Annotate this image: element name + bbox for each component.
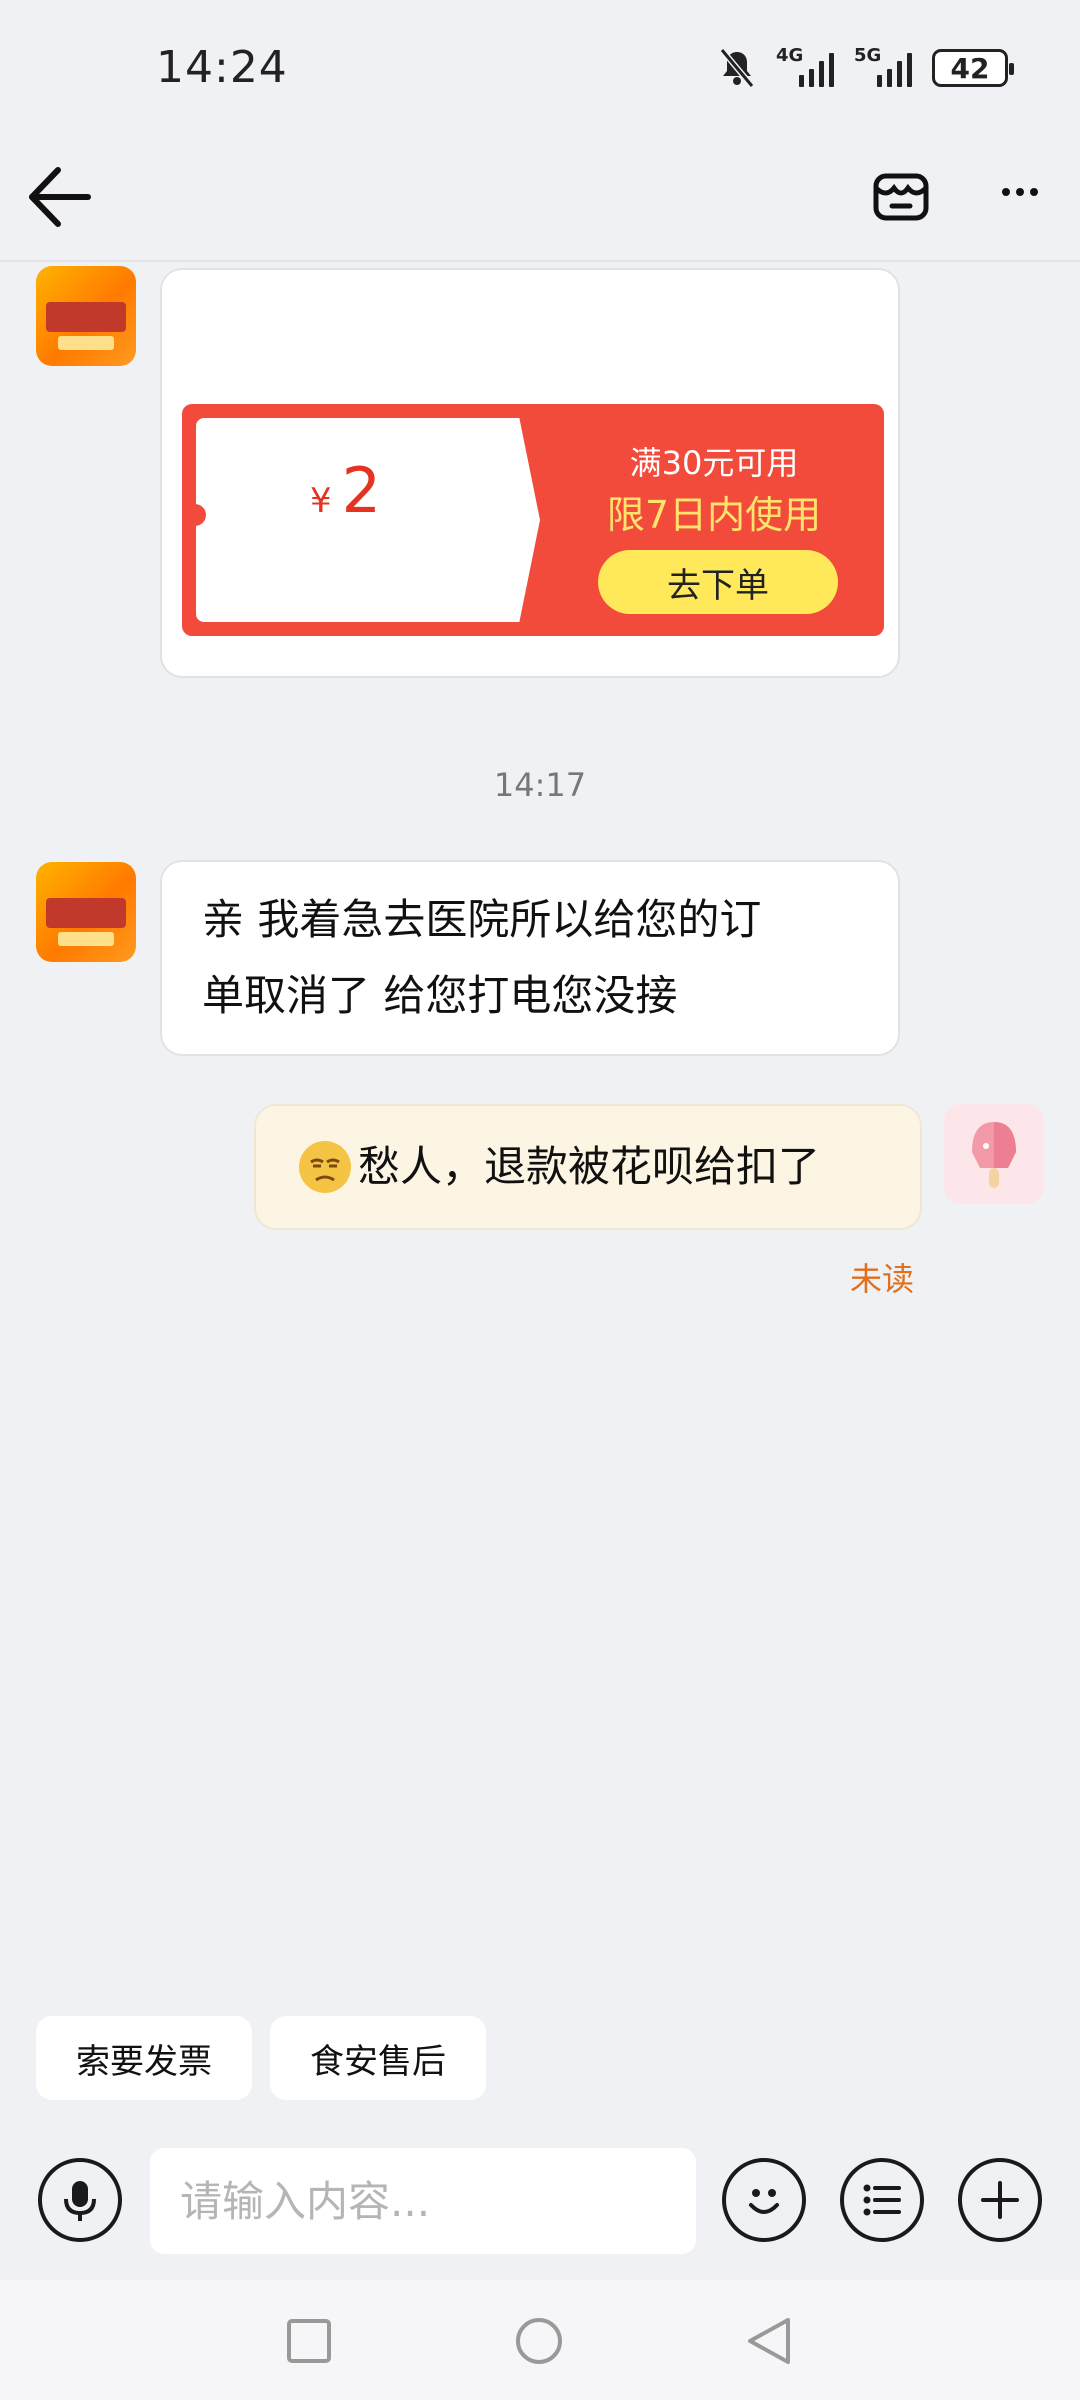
menu-list-button[interactable] <box>840 2158 924 2242</box>
arrow-left-icon[interactable] <box>24 162 94 232</box>
status-time: 14:24 <box>156 42 288 93</box>
message-line: 亲 我着急去医院所以给您的订 <box>202 895 762 944</box>
coupon-currency: ¥ <box>310 481 332 521</box>
coupon-condition: 满30元可用 <box>629 444 799 482</box>
recent-apps-icon[interactable] <box>286 2318 332 2364</box>
message-text: 愁人，退款被花呗给扣了 <box>358 1142 821 1191</box>
sad-face-emoji-icon <box>299 1141 351 1193</box>
home-icon[interactable] <box>514 2316 564 2366</box>
coupon-value: 2 <box>341 454 382 527</box>
message-line: 单取消了 给您打电您没接 <box>202 971 678 1020</box>
system-nav-bar <box>0 2280 1080 2400</box>
popsicle-icon <box>972 1122 1016 1188</box>
go-order-button[interactable]: 去下单 <box>598 550 838 614</box>
plus-icon <box>981 2181 1019 2219</box>
signal-4g-icon: 4G <box>776 45 834 87</box>
list-icon <box>863 2184 901 2216</box>
battery-level: 42 <box>950 51 990 85</box>
voice-button[interactable] <box>38 2158 122 2242</box>
bell-muted-icon <box>719 48 755 88</box>
back-nav-icon[interactable] <box>744 2316 794 2366</box>
more-dots-icon[interactable] <box>1000 186 1040 198</box>
store-icon[interactable] <box>870 164 932 226</box>
my-message-bubble: 愁人，退款被花呗给扣了 <box>254 1104 922 1230</box>
emoji-button[interactable] <box>722 2158 806 2242</box>
microphone-icon <box>64 2181 96 2221</box>
header-divider <box>0 260 1080 262</box>
more-plus-button[interactable] <box>958 2158 1042 2242</box>
shop-avatar[interactable] <box>36 266 136 366</box>
status-icons: 4G 5G 42 <box>718 45 1014 88</box>
message-input[interactable] <box>150 2148 696 2254</box>
chat-header <box>0 150 1080 260</box>
signal-5g-label: 5G <box>854 45 882 66</box>
shop-avatar[interactable] <box>36 862 136 962</box>
shop-message-bubble: 亲 我着急去医院所以给您的订 单取消了 给您打电您没接 <box>160 860 900 1056</box>
my-avatar[interactable] <box>944 1104 1044 1204</box>
coupon-validity: 限7日内使用 <box>606 493 822 537</box>
quick-reply-invoice-button[interactable]: 索要发票 <box>36 2016 252 2100</box>
battery-icon: 42 <box>932 49 1014 87</box>
unread-status: 未读 <box>850 1260 915 1298</box>
signal-5g-icon: 5G <box>854 45 912 87</box>
message-timestamp: 14:17 <box>493 766 587 804</box>
quick-reply-food-safety-button[interactable]: 食安售后 <box>270 2016 486 2100</box>
signal-4g-label: 4G <box>776 45 804 66</box>
coupon-amount: ¥ 2 <box>310 454 381 527</box>
smiley-icon <box>749 2189 779 2214</box>
